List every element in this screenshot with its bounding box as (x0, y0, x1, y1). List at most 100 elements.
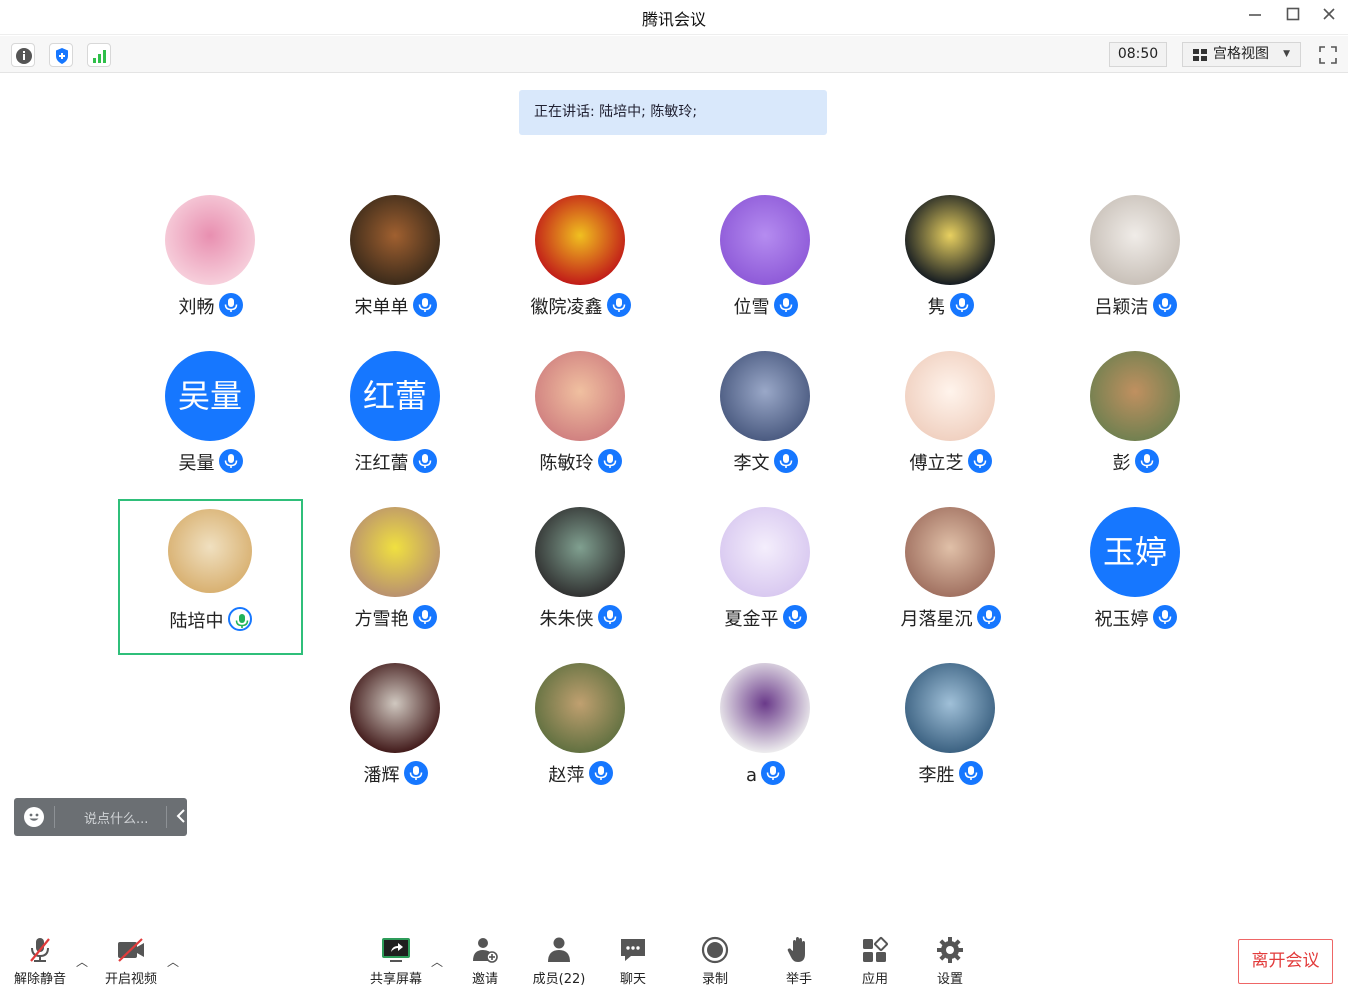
mic-status-icon (782, 605, 807, 629)
participant-name: 赵萍 (548, 765, 585, 786)
participant-name-line: 位雪 (673, 293, 858, 319)
participant-tile[interactable]: 朱朱侠 (488, 507, 673, 662)
invite-button[interactable]: 邀请 (450, 935, 520, 987)
dropdown-arrow-icon: ▼ (1283, 49, 1290, 59)
members-icon (543, 935, 575, 965)
participant-avatar (905, 507, 995, 597)
participant-tile[interactable]: 宋单单 (303, 195, 488, 350)
invite-label: 邀请 (471, 972, 498, 987)
mic-status-icon (412, 605, 437, 629)
participant-name-line: 月落星沉 (858, 605, 1043, 631)
participant-tile[interactable]: 徽院凌鑫 (488, 195, 673, 350)
participant-name-line: 夏金平 (673, 605, 858, 631)
mic-status-icon (761, 761, 786, 785)
participant-tile[interactable]: 隽 (858, 195, 1043, 350)
mic-status-icon (1152, 293, 1177, 317)
participant-name: 汪红蕾 (354, 453, 409, 474)
share-screen-icon (380, 935, 412, 965)
participant-tile[interactable]: 李胜 (858, 663, 1043, 818)
info-icon[interactable] (11, 43, 35, 67)
share-options-chevron-icon[interactable]: ︿ (431, 953, 443, 970)
mic-status-icon (1152, 605, 1177, 629)
participant-tile[interactable]: 彭 (1043, 351, 1228, 506)
members-button[interactable]: 成员(22) (524, 935, 594, 987)
mic-active-icon (227, 607, 252, 631)
participant-name-line: 徽院凌鑫 (488, 293, 673, 319)
apps-button[interactable]: 应用 (840, 935, 910, 987)
participant-tile[interactable]: 陈敏玲 (488, 351, 673, 506)
participant-tile[interactable]: 陆培中 (118, 499, 303, 655)
bottom-control-bar: 解除静音 ︿ 开启视频 ︿ 共享屏幕 ︿ 邀请 成员(22) 聊天 录制 举手 … (0, 925, 1348, 987)
mic-status-icon (218, 449, 243, 473)
participant-avatar (1090, 195, 1180, 285)
participant-tile[interactable]: 傅立芝 (858, 351, 1043, 506)
camera-off-icon (115, 935, 147, 965)
security-shield-icon[interactable] (49, 43, 73, 67)
raise-hand-label: 举手 (785, 972, 812, 987)
participant-name-line: a (673, 761, 858, 786)
grid-view-icon (1193, 49, 1207, 61)
participant-tile[interactable]: 赵萍 (488, 663, 673, 818)
close-icon[interactable] (1318, 6, 1340, 28)
participant-name: 隽 (927, 297, 946, 318)
participant-tile[interactable]: 吕颖洁 (1043, 195, 1228, 350)
participant-name-line: 陈敏玲 (488, 449, 673, 475)
participant-tile[interactable]: 位雪 (673, 195, 858, 350)
raise-hand-button[interactable]: 举手 (764, 935, 834, 987)
participant-tile[interactable]: 潘辉 (303, 663, 488, 818)
participant-name-line: 李胜 (858, 761, 1043, 787)
participant-name: 方雪艳 (354, 609, 409, 630)
participant-tile[interactable]: a (673, 663, 858, 818)
settings-label: 设置 (936, 972, 963, 987)
fullscreen-icon[interactable] (1318, 45, 1338, 65)
participant-avatar (535, 663, 625, 753)
speaking-banner: 正在讲话: 陆培中; 陈敏玲; (519, 90, 827, 135)
chat-input-box[interactable]: 说点什么... (14, 798, 187, 836)
share-screen-button[interactable]: 共享屏幕 (361, 935, 431, 987)
participant-tile[interactable]: 玉婷 祝玉婷 (1043, 507, 1228, 662)
participant-avatar (165, 195, 255, 285)
chat-button[interactable]: 聊天 (598, 935, 668, 987)
participant-name: 朱朱侠 (539, 609, 594, 630)
participant-name: 陆培中 (169, 611, 224, 632)
mic-status-icon (412, 449, 437, 473)
leave-meeting-button[interactable]: 离开会议 (1238, 939, 1333, 984)
view-mode-select[interactable]: 宫格视图 ▼ (1182, 42, 1301, 67)
participant-name: 陈敏玲 (539, 453, 594, 474)
participant-avatar (350, 663, 440, 753)
mic-status-icon (588, 761, 613, 785)
participant-tile[interactable]: 刘畅 (118, 195, 303, 350)
participant-name: 祝玉婷 (1094, 609, 1149, 630)
participant-tile[interactable]: 方雪艳 (303, 507, 488, 662)
start-video-button[interactable]: 开启视频 (96, 935, 166, 987)
record-button[interactable]: 录制 (680, 935, 750, 987)
collapse-chevron-icon[interactable] (176, 807, 186, 829)
mic-status-icon (976, 605, 1001, 629)
participant-tile[interactable]: 月落星沉 (858, 507, 1043, 662)
participant-tile[interactable]: 红蕾 汪红蕾 (303, 351, 488, 506)
window-title: 腾讯会议 (641, 10, 706, 29)
participant-name-line: 彭 (1043, 449, 1228, 475)
participant-avatar (535, 351, 625, 441)
participant-name-line: 傅立芝 (858, 449, 1043, 475)
participant-avatar (535, 507, 625, 597)
audio-options-chevron-icon[interactable]: ︿ (76, 953, 88, 970)
minimize-icon[interactable] (1244, 6, 1266, 28)
settings-button[interactable]: 设置 (915, 935, 985, 987)
emoji-icon[interactable] (24, 807, 44, 827)
participant-tile[interactable]: 夏金平 (673, 507, 858, 662)
mic-status-icon (967, 449, 992, 473)
participant-name-line: 赵萍 (488, 761, 673, 787)
video-options-chevron-icon[interactable]: ︿ (167, 953, 179, 970)
maximize-icon[interactable] (1282, 6, 1304, 28)
apps-label: 应用 (861, 972, 888, 987)
participant-name: 徽院凌鑫 (530, 297, 603, 318)
unmute-button[interactable]: 解除静音 (5, 935, 75, 987)
participant-tile[interactable]: 吴量 吴量 (118, 351, 303, 506)
participant-name: 吴量 (178, 453, 215, 474)
network-signal-icon[interactable] (87, 43, 111, 67)
participant-name-line: 祝玉婷 (1043, 605, 1228, 631)
divider (54, 806, 55, 828)
participant-tile[interactable]: 李文 (673, 351, 858, 506)
participant-name: 潘辉 (363, 765, 400, 786)
